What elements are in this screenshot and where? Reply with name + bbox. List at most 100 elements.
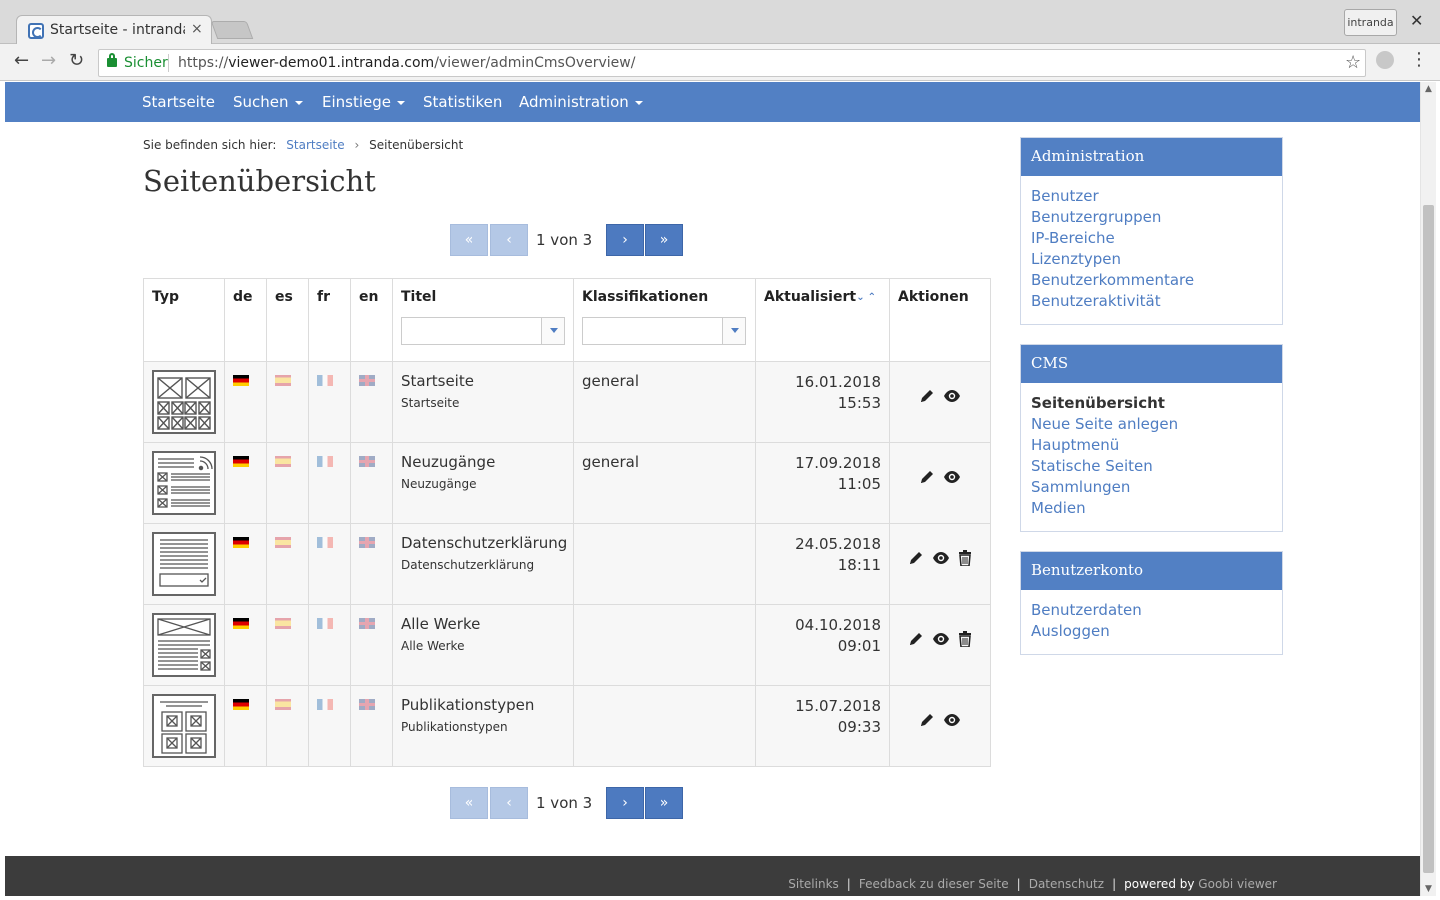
sidebar-link-benutzer[interactable]: Benutzer xyxy=(1031,186,1272,207)
nav-label: Startseite xyxy=(142,93,215,111)
bookmark-star-icon[interactable]: ☆ xyxy=(1345,52,1361,73)
lang-en-cell xyxy=(350,685,393,767)
lang-en-cell xyxy=(350,604,393,686)
reload-icon[interactable]: ↻ xyxy=(69,51,84,71)
lang-fr-cell xyxy=(308,685,351,767)
first-page-button[interactable]: « xyxy=(450,224,488,256)
sidebar-link-medien[interactable]: Medien xyxy=(1031,498,1272,519)
profile-button[interactable]: intranda xyxy=(1344,9,1397,36)
view-eye-icon[interactable] xyxy=(932,550,950,570)
delete-trash-icon[interactable] xyxy=(958,631,972,651)
lang-de-cell xyxy=(224,604,267,686)
sidebar-link-ausloggen[interactable]: Ausloggen xyxy=(1031,621,1272,642)
last-page-button[interactable]: » xyxy=(645,787,683,819)
col-header-aktualisiert[interactable]: Aktualisiert ⌄⌃ xyxy=(755,278,890,362)
browser-tab[interactable]: Startseite - intranda × xyxy=(16,15,212,45)
col-header-titel: Titel xyxy=(392,278,574,362)
window-close-icon[interactable]: ✕ xyxy=(1410,11,1423,30)
nav-item-einstiege[interactable]: Einstiege xyxy=(322,93,405,111)
next-page-button[interactable]: › xyxy=(606,224,644,256)
nav-label: Administration xyxy=(519,93,629,111)
title-cell: Startseite Startseite xyxy=(392,361,574,443)
footer-link-datenschutz[interactable]: Datenschutz xyxy=(1029,877,1104,891)
nav-item-startseite[interactable]: Startseite xyxy=(142,93,215,111)
sort-icon[interactable]: ⌄⌃ xyxy=(856,292,879,303)
classification-cell: general xyxy=(573,442,756,524)
url-text[interactable]: https://viewer-demo01.intranda.com/viewe… xyxy=(178,55,635,71)
breadcrumb-prefix: Sie befinden sich hier: xyxy=(143,138,277,152)
new-tab-button[interactable] xyxy=(210,21,254,39)
template-thumbnail-tiles xyxy=(152,694,216,758)
delete-trash-icon[interactable] xyxy=(958,550,972,570)
footer-separator: | xyxy=(1016,877,1021,891)
view-eye-icon[interactable] xyxy=(943,388,961,408)
breadcrumb-home-link[interactable]: Startseite xyxy=(286,138,344,152)
view-eye-icon[interactable] xyxy=(943,469,961,489)
col-header-aktionen: Aktionen xyxy=(889,278,991,362)
edit-pencil-icon[interactable] xyxy=(908,631,924,651)
actions-cell xyxy=(889,442,991,524)
next-page-button[interactable]: › xyxy=(606,787,644,819)
sidebar-link-neue-seite[interactable]: Neue Seite anlegen xyxy=(1031,414,1272,435)
footer-link-feedback[interactable]: Feedback zu dieser Seite xyxy=(859,877,1009,891)
first-page-button[interactable]: « xyxy=(450,787,488,819)
title-cell: Publikationstypen Publikationstypen xyxy=(392,685,574,767)
address-bar[interactable]: Sicher https://viewer-demo01.intranda.co… xyxy=(98,49,1366,77)
sidebar-link-lizenztypen[interactable]: Lizenztypen xyxy=(1031,249,1272,270)
template-thumbnail-banner-text xyxy=(152,613,216,677)
table-row: Startseite Startseite general 16.01.2018 15:… xyxy=(143,361,991,443)
classification-filter-input[interactable] xyxy=(582,317,746,345)
nav-item-administration[interactable]: Administration xyxy=(519,93,643,111)
last-page-button[interactable]: » xyxy=(645,224,683,256)
sidebar-link-benutzeraktivitaet[interactable]: Benutzeraktivität xyxy=(1031,291,1272,312)
sidebar-link-benutzergruppen[interactable]: Benutzergruppen xyxy=(1031,207,1272,228)
footer-links: Sitelinks | Feedback zu dieser Seite | Daten… xyxy=(788,877,1277,891)
page-scrollbar[interactable]: ▲ ▼ xyxy=(1420,82,1436,896)
sidebar-link-benutzerkommentare[interactable]: Benutzerkommentare xyxy=(1031,270,1272,291)
sidebar-link-benutzerdaten[interactable]: Benutzerdaten xyxy=(1031,600,1272,621)
sidebar-link-statische-seiten[interactable]: Statische Seiten xyxy=(1031,456,1272,477)
prev-page-button[interactable]: ‹ xyxy=(490,224,528,256)
type-cell xyxy=(143,361,225,443)
updated-cell: 16.01.2018 15:53 xyxy=(755,361,890,443)
back-arrow-icon[interactable]: ← xyxy=(14,51,29,71)
prev-page-button[interactable]: ‹ xyxy=(490,787,528,819)
nav-label: Statistiken xyxy=(423,93,503,111)
footer-link-goobi[interactable]: Goobi viewer xyxy=(1198,877,1277,891)
pagination-top: « ‹ 1 von 3 › » xyxy=(450,224,683,256)
edit-pencil-icon[interactable] xyxy=(908,550,924,570)
view-eye-icon[interactable] xyxy=(943,712,961,732)
extension-icon[interactable] xyxy=(1376,51,1394,69)
nav-item-statistiken[interactable]: Statistiken xyxy=(423,93,502,111)
sidebar-link-hauptmenue[interactable]: Hauptmenü xyxy=(1031,435,1272,456)
lang-es-cell xyxy=(266,442,309,524)
filter-icon[interactable] xyxy=(722,318,745,344)
edit-pencil-icon[interactable] xyxy=(919,469,935,489)
sidebar-link-ip-bereiche[interactable]: IP-Bereiche xyxy=(1031,228,1272,249)
scroll-up-arrow-icon[interactable]: ▲ xyxy=(1425,84,1432,94)
page-footer: Sitelinks | Feedback zu dieser Seite | Daten… xyxy=(5,856,1420,896)
main-navbar: Startseite Suchen Einstiege Statistiken … xyxy=(5,82,1420,122)
flag-en-icon xyxy=(359,456,375,467)
sidebar-link-sammlungen[interactable]: Sammlungen xyxy=(1031,477,1272,498)
title-filter-input[interactable] xyxy=(401,317,565,345)
scroll-thumb[interactable] xyxy=(1423,205,1434,873)
edit-pencil-icon[interactable] xyxy=(919,388,935,408)
nav-item-suchen[interactable]: Suchen xyxy=(233,93,303,111)
lang-de-cell xyxy=(224,685,267,767)
lang-es-cell xyxy=(266,523,309,605)
filter-icon[interactable] xyxy=(541,318,564,344)
forward-arrow-icon[interactable]: → xyxy=(41,51,56,71)
footer-link-sitelinks[interactable]: Sitelinks xyxy=(788,877,839,891)
scroll-down-arrow-icon[interactable]: ▼ xyxy=(1425,884,1432,894)
tab-close-icon[interactable]: × xyxy=(191,21,203,37)
view-eye-icon[interactable] xyxy=(932,631,950,651)
account-panel: Benutzerkonto Benutzerdaten Ausloggen xyxy=(1020,551,1283,655)
browser-menu-icon[interactable]: ⋮ xyxy=(1410,50,1428,70)
edit-pencil-icon[interactable] xyxy=(919,712,935,732)
caret-down-icon xyxy=(397,100,405,105)
classification-cell xyxy=(573,604,756,686)
lang-fr-cell xyxy=(308,604,351,686)
sidebar-link-seitenuebersicht[interactable]: Seitenübersicht xyxy=(1031,393,1272,414)
flag-en-icon xyxy=(359,537,375,548)
